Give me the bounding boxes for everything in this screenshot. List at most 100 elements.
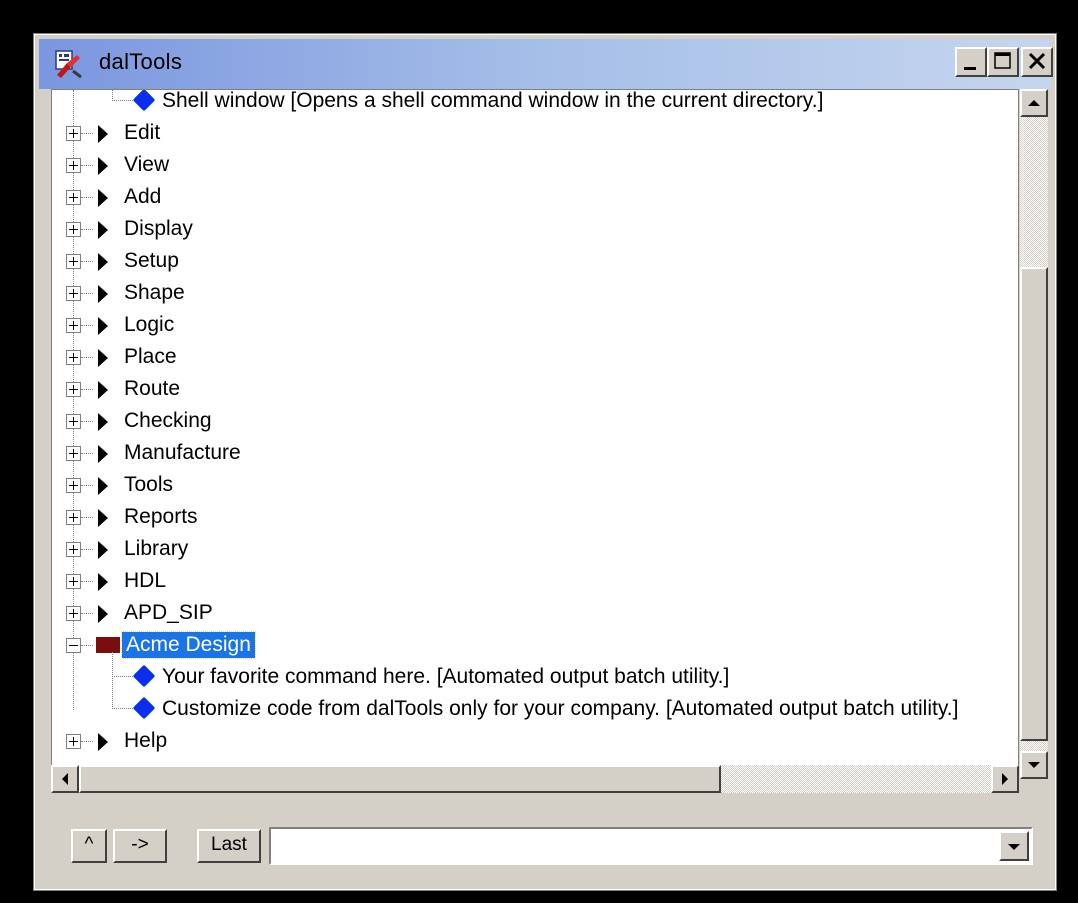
expand-icon[interactable]: [66, 254, 81, 269]
combobox-dropdown-button[interactable]: [999, 831, 1029, 861]
command-input[interactable]: [275, 833, 999, 861]
tree-item-help[interactable]: Help: [52, 726, 1012, 758]
tree-item-label: Place: [124, 345, 177, 368]
expand-icon[interactable]: [66, 286, 81, 301]
vertical-scroll-thumb[interactable]: [1020, 267, 1048, 741]
arrow-up-icon: [1028, 100, 1040, 106]
horizontal-scroll-thumb[interactable]: [79, 765, 721, 793]
title-bar[interactable]: dalTools: [39, 39, 1053, 89]
black-triangle-icon: [98, 509, 108, 527]
tree-item-label: Reports: [124, 505, 198, 528]
tree-item-label: Your favorite command here. [Automated o…: [162, 665, 730, 688]
black-triangle-icon: [98, 445, 108, 463]
tree-item-add[interactable]: Add: [52, 182, 1012, 214]
tree-item-customize-code[interactable]: Customize code from dalTools only for yo…: [52, 674, 1012, 726]
vertical-scrollbar[interactable]: [1020, 89, 1048, 779]
horizontal-scrollbar[interactable]: [51, 765, 1019, 793]
close-icon: [1028, 52, 1046, 70]
expand-icon[interactable]: [66, 510, 81, 525]
minimize-button[interactable]: [955, 47, 987, 77]
tree-item-label: Manufacture: [124, 441, 241, 464]
tree-item-label: Checking: [124, 409, 212, 432]
expand-icon[interactable]: [66, 734, 81, 749]
tree-item-display[interactable]: Display: [52, 214, 1012, 246]
tree-item-label: APD_SIP: [124, 601, 213, 624]
tree-item-label: Shape: [124, 281, 185, 304]
black-triangle-icon: [98, 285, 108, 303]
minimize-icon: [964, 67, 976, 70]
black-triangle-icon: [98, 253, 108, 271]
maximize-icon: [994, 52, 1011, 69]
expand-icon[interactable]: [66, 350, 81, 365]
expand-icon[interactable]: [66, 190, 81, 205]
tree-item-hdl[interactable]: HDL: [52, 566, 1012, 598]
arrow-right-icon: [1002, 773, 1008, 785]
dark-red-square-icon: [96, 637, 120, 653]
expand-icon[interactable]: [66, 414, 81, 429]
tree-item-label: Tools: [124, 473, 174, 496]
forward-button[interactable]: ->: [113, 829, 167, 863]
up-button[interactable]: ^: [71, 829, 107, 863]
black-triangle-icon: [98, 125, 108, 143]
expand-icon[interactable]: [66, 222, 81, 237]
command-tree[interactable]: Shell window [Opens a shell command wind…: [51, 89, 1019, 793]
chevron-down-icon: [1008, 844, 1020, 850]
tree-item-route[interactable]: Route: [52, 374, 1012, 406]
close-button[interactable]: [1021, 47, 1053, 77]
arrow-left-icon: [62, 773, 68, 785]
expand-icon[interactable]: [66, 606, 81, 621]
tree-item-label: View: [124, 153, 170, 176]
tree-item-shape[interactable]: Shape: [52, 278, 1012, 310]
expand-icon[interactable]: [66, 318, 81, 333]
tree-item-shell-window[interactable]: Shell window [Opens a shell command wind…: [52, 89, 1012, 118]
expand-icon[interactable]: [66, 478, 81, 493]
tree-item-label: Acme Design: [121, 631, 256, 659]
tree-item-acme-design[interactable]: Acme Design: [52, 630, 1012, 662]
black-triangle-icon: [98, 381, 108, 399]
daltools-window: dalTools Shell window [Opens a shell com…: [33, 33, 1057, 891]
black-triangle-icon: [98, 221, 108, 239]
black-triangle-icon: [98, 189, 108, 207]
tree-item-checking[interactable]: Checking: [52, 406, 1012, 438]
tree-item-label: Customize code from dalTools only for yo…: [162, 697, 959, 720]
black-triangle-icon: [98, 477, 108, 495]
scroll-up-button[interactable]: [1020, 89, 1048, 117]
expand-icon[interactable]: [66, 446, 81, 461]
tree-item-manufacture[interactable]: Manufacture: [52, 438, 1012, 470]
tree-item-apd-sip[interactable]: APD_SIP: [52, 598, 1012, 630]
black-triangle-icon: [98, 349, 108, 367]
tree-item-place[interactable]: Place: [52, 342, 1012, 374]
scroll-left-button[interactable]: [51, 765, 79, 793]
tree-item-label: Help: [124, 729, 168, 752]
black-triangle-icon: [98, 157, 108, 175]
scroll-right-button[interactable]: [991, 765, 1019, 793]
collapse-icon[interactable]: [66, 638, 81, 653]
black-triangle-icon: [98, 541, 108, 559]
window-title: dalTools: [99, 49, 183, 74]
tree-item-logic[interactable]: Logic: [52, 310, 1012, 342]
daltools-app-icon: [55, 50, 82, 79]
tree-item-edit[interactable]: Edit: [52, 118, 1012, 150]
tree-item-setup[interactable]: Setup: [52, 246, 1012, 278]
tree-item-label: Library: [124, 537, 189, 560]
maximize-button[interactable]: [987, 47, 1019, 77]
tree-item-label: Shell window [Opens a shell command wind…: [162, 89, 824, 112]
black-triangle-icon: [98, 573, 108, 591]
tree-item-reports[interactable]: Reports: [52, 502, 1012, 534]
black-triangle-icon: [98, 413, 108, 431]
expand-icon[interactable]: [66, 382, 81, 397]
expand-icon[interactable]: [66, 574, 81, 589]
tree-item-label: Add: [124, 185, 162, 208]
command-combobox[interactable]: [269, 827, 1033, 865]
tree-item-favorite-command[interactable]: Your favorite command here. [Automated o…: [52, 652, 1012, 694]
expand-icon[interactable]: [66, 158, 81, 173]
last-button[interactable]: Last: [197, 829, 261, 863]
tree-item-tools[interactable]: Tools: [52, 470, 1012, 502]
expand-icon[interactable]: [66, 542, 81, 557]
tree-item-view[interactable]: View: [52, 150, 1012, 182]
tree-item-library[interactable]: Library: [52, 534, 1012, 566]
scroll-down-button[interactable]: [1020, 751, 1048, 779]
expand-icon[interactable]: [66, 126, 81, 141]
black-triangle-icon: [98, 317, 108, 335]
black-triangle-icon: [98, 605, 108, 623]
